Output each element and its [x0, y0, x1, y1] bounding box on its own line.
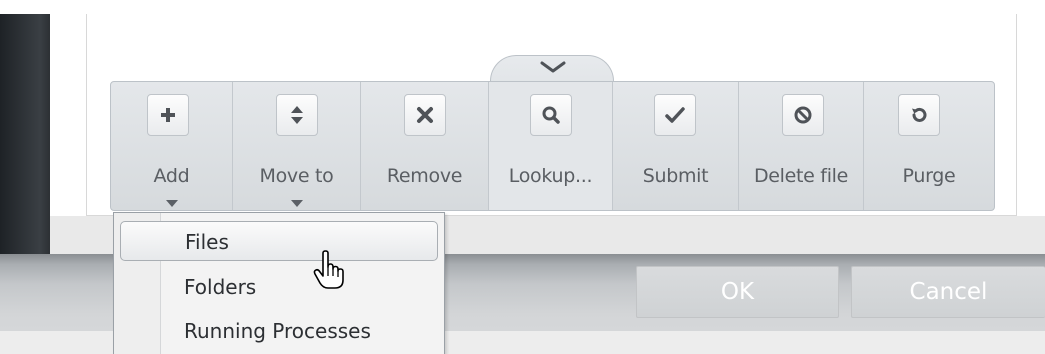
- plus-icon: [147, 94, 189, 136]
- delete-file-label: Delete file: [753, 165, 849, 187]
- x-icon: [404, 94, 446, 136]
- ok-button[interactable]: OK: [636, 266, 839, 318]
- remove-label: Remove: [386, 165, 463, 187]
- menu-item-running-processes[interactable]: Running Processes: [114, 311, 444, 351]
- purge-label: Purge: [902, 165, 956, 187]
- remove-tool[interactable]: Remove: [361, 82, 489, 210]
- lookup-tool[interactable]: Lookup...: [489, 82, 613, 210]
- add-label: Add: [153, 165, 190, 187]
- submit-tool[interactable]: Submit: [613, 82, 739, 210]
- move-to-tool[interactable]: Move to: [233, 82, 361, 210]
- cancel-button[interactable]: Cancel: [851, 266, 1045, 318]
- window-left-edge: [0, 14, 50, 254]
- refresh-icon: [898, 94, 940, 136]
- submit-label: Submit: [642, 165, 709, 187]
- lookup-label: Lookup...: [508, 165, 593, 187]
- hand-pointer-icon: [313, 250, 344, 289]
- delete-file-tool[interactable]: Delete file: [739, 82, 864, 210]
- toolbar: Add Move to Remove Lookup... Submit Dele…: [110, 81, 995, 211]
- add-tool[interactable]: Add: [111, 82, 233, 210]
- menu-item-files[interactable]: Files: [120, 221, 438, 261]
- dropdown-arrow-icon[interactable]: [291, 200, 303, 207]
- menu-item-folders[interactable]: Folders: [114, 267, 444, 307]
- add-dropdown-menu: Files Folders Running Processes: [113, 212, 445, 354]
- checkmark-icon: [654, 94, 696, 136]
- dropdown-arrow-icon[interactable]: [166, 200, 178, 207]
- move-to-label: Move to: [259, 165, 334, 187]
- chevron-down-icon: [540, 61, 566, 73]
- up-down-arrows-icon: [276, 94, 318, 136]
- magnifier-icon: [530, 94, 572, 136]
- prohibited-icon: [782, 94, 824, 136]
- purge-tool[interactable]: Purge: [864, 82, 994, 210]
